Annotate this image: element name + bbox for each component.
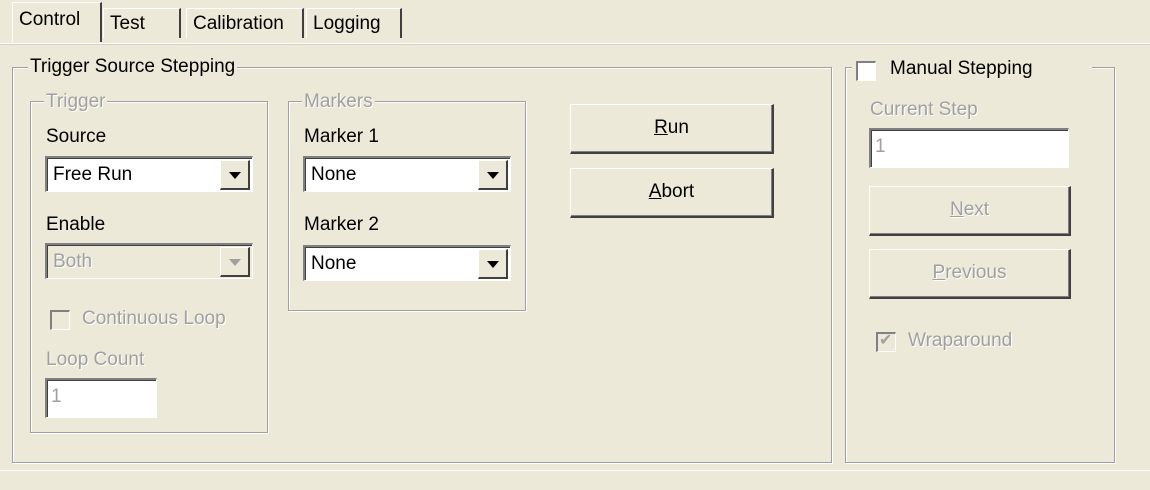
wraparound-checkbox[interactable]: ✔ [876, 332, 896, 352]
tab-test-label: Test [110, 13, 145, 34]
chevron-down-icon[interactable] [478, 160, 508, 190]
loop-count-input[interactable]: 1 [45, 378, 157, 418]
tab-control-label: Control [19, 9, 81, 30]
chevron-down-icon[interactable] [220, 247, 250, 277]
tab-page-border-shadow [0, 44, 1150, 45]
tab-calibration-label: Calibration [193, 13, 284, 34]
current-step-input[interactable]: 1 [869, 128, 1069, 168]
marker1-label: Marker 1 [304, 126, 379, 147]
tab-test[interactable]: Test [103, 8, 181, 38]
tab-calibration[interactable]: Calibration [186, 8, 304, 38]
previous-label: revious [945, 262, 1007, 283]
run-button[interactable]: Run [570, 104, 774, 154]
marker2-select-value: None [311, 253, 357, 274]
next-button[interactable]: Next [869, 186, 1071, 236]
previous-accel: P [932, 262, 946, 283]
dialog-bottom-edge [0, 470, 1150, 471]
enable-label: Enable [46, 214, 106, 235]
tab-logging[interactable]: Logging [306, 8, 402, 38]
current-step-label: Current Step [870, 99, 978, 120]
continuous-loop-label: Continuous Loop [82, 308, 226, 329]
abort-button[interactable]: Abort [570, 168, 774, 218]
chevron-down-icon[interactable] [478, 249, 508, 279]
marker1-select-value: None [311, 164, 357, 185]
source-label: Source [46, 126, 107, 147]
continuous-loop-checkbox[interactable] [50, 310, 70, 330]
tab-logging-label: Logging [313, 13, 381, 34]
manual-stepping-checkbox[interactable] [856, 61, 876, 81]
run-accel: R [654, 117, 668, 138]
source-select-value: Free Run [53, 164, 133, 185]
marker2-label: Marker 2 [304, 214, 379, 235]
manual-stepping-title: Manual Stepping [890, 58, 1033, 79]
enable-select[interactable]: Both [45, 243, 253, 279]
loop-count-label: Loop Count [46, 349, 145, 370]
source-select[interactable]: Free Run [45, 156, 253, 192]
trigger-source-stepping-title: Trigger Source Stepping [28, 56, 238, 78]
marker1-select[interactable]: None [303, 156, 511, 192]
checkmark-icon: ✔ [879, 332, 893, 349]
wraparound-label: Wraparound [908, 330, 1013, 351]
tab-control[interactable]: Control [12, 2, 102, 42]
chevron-down-icon[interactable] [220, 160, 250, 190]
previous-button[interactable]: Previous [869, 249, 1071, 299]
marker2-select[interactable]: None [303, 245, 511, 281]
trigger-group-title: Trigger [44, 91, 108, 113]
abort-accel: A [648, 181, 662, 202]
abort-label: bort [661, 181, 695, 202]
markers-group-title: Markers [302, 91, 375, 113]
enable-select-value: Both [53, 251, 93, 272]
current-step-value: 1 [875, 136, 886, 157]
loop-count-value: 1 [51, 386, 62, 407]
next-label: ext [963, 199, 990, 220]
run-label: un [667, 117, 689, 138]
next-accel: N [949, 199, 964, 220]
